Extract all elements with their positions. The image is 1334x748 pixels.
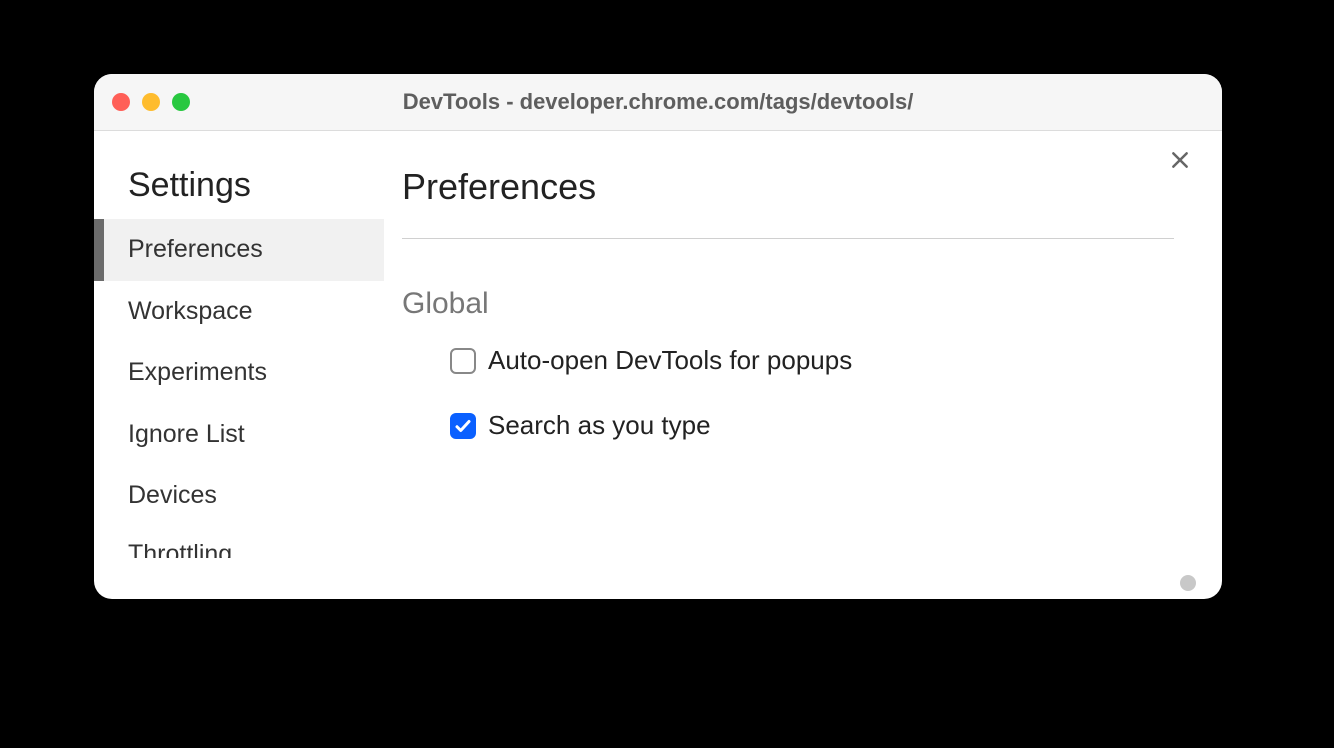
settings-sidebar: Settings Preferences Workspace Experimen… [94, 131, 384, 599]
sidebar-item-label: Ignore List [128, 420, 245, 448]
close-settings-button[interactable] [1166, 146, 1194, 174]
sidebar-title: Settings [94, 166, 384, 219]
window-controls [112, 93, 190, 111]
scrollbar-thumb[interactable] [1180, 575, 1196, 591]
checkbox-search-as-you-type[interactable] [450, 413, 476, 439]
section-heading-global: Global [402, 287, 1174, 321]
sidebar-item-throttling[interactable]: Throttling [94, 527, 384, 558]
sidebar-item-preferences[interactable]: Preferences [94, 219, 384, 281]
content-area: Settings Preferences Workspace Experimen… [94, 131, 1222, 599]
sidebar-item-label: Experiments [128, 358, 267, 386]
preferences-panel: Preferences Global Auto-open DevTools fo… [384, 131, 1222, 599]
pref-row-search-as-you-type: Search as you type [450, 410, 1174, 441]
sidebar-item-label: Preferences [128, 235, 263, 263]
pref-label: Auto-open DevTools for popups [488, 345, 852, 376]
sidebar-item-experiments[interactable]: Experiments [94, 342, 384, 404]
window-minimize-dot[interactable] [142, 93, 160, 111]
checkmark-icon [454, 417, 472, 435]
sidebar-item-label: Throttling [128, 540, 232, 558]
window-close-dot[interactable] [112, 93, 130, 111]
checkbox-auto-open[interactable] [450, 348, 476, 374]
sidebar-item-devices[interactable]: Devices [94, 465, 384, 527]
titlebar: DevTools - developer.chrome.com/tags/dev… [94, 74, 1222, 131]
panel-title: Preferences [402, 166, 1222, 208]
sidebar-item-ignore-list[interactable]: Ignore List [94, 404, 384, 466]
window-zoom-dot[interactable] [172, 93, 190, 111]
devtools-settings-window: DevTools - developer.chrome.com/tags/dev… [94, 74, 1222, 599]
pref-label: Search as you type [488, 410, 711, 441]
close-icon [1170, 150, 1190, 170]
sidebar-item-label: Workspace [128, 297, 253, 325]
preferences-scroll-area: Global Auto-open DevTools for popups Sea… [402, 238, 1174, 548]
sidebar-item-label: Devices [128, 481, 217, 509]
sidebar-item-workspace[interactable]: Workspace [94, 281, 384, 343]
window-title: DevTools - developer.chrome.com/tags/dev… [94, 89, 1222, 115]
pref-row-auto-open: Auto-open DevTools for popups [450, 345, 1174, 376]
